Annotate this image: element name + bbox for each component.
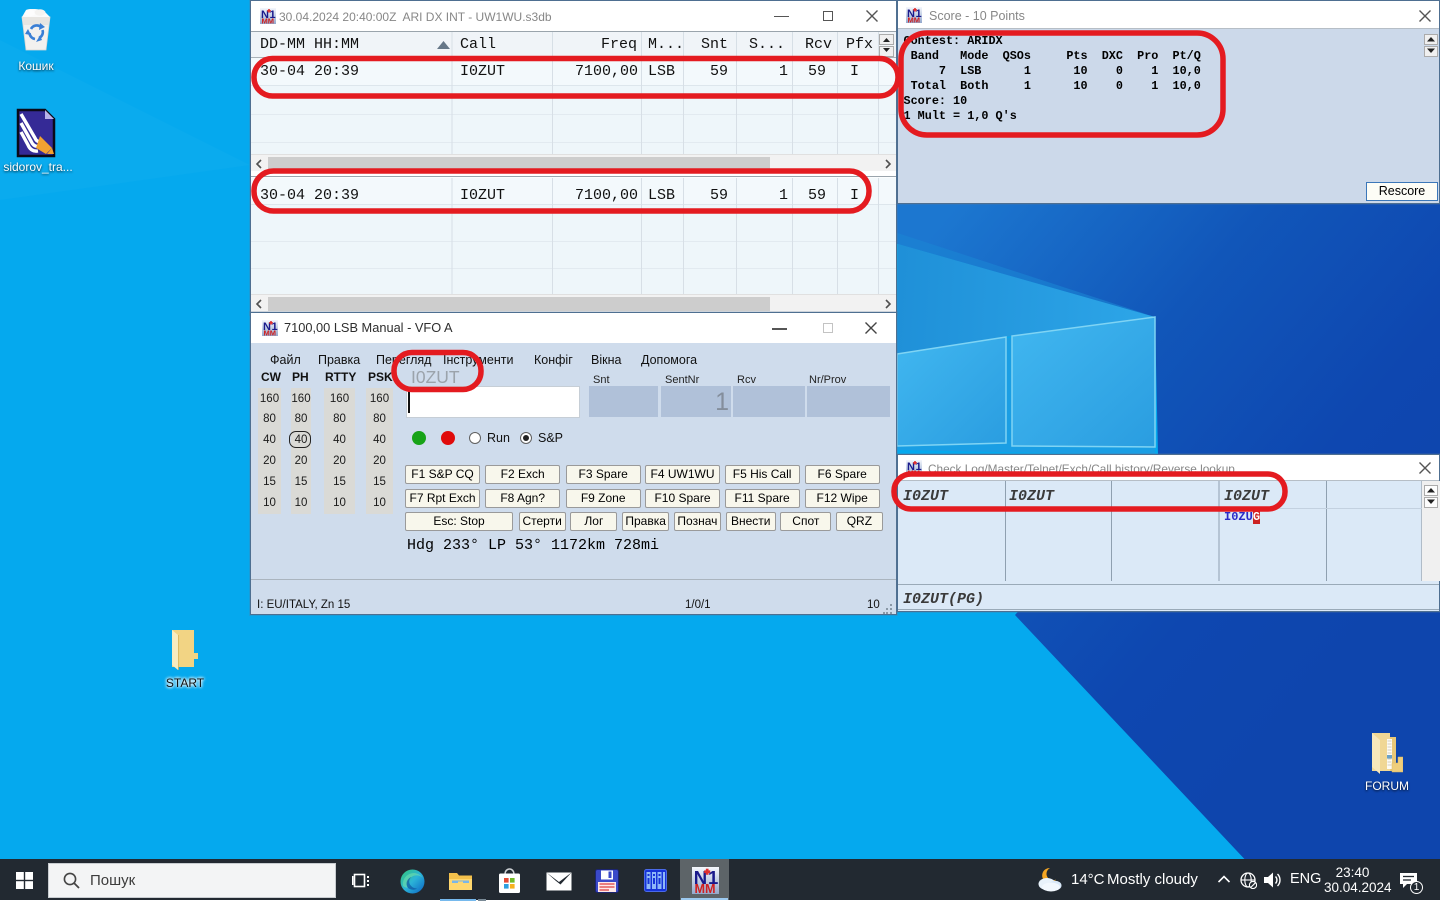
svg-text:MM: MM bbox=[262, 17, 275, 25]
svg-text:MM: MM bbox=[908, 16, 921, 24]
svg-text:MM: MM bbox=[908, 469, 921, 477]
svg-text:MM: MM bbox=[695, 882, 716, 894]
